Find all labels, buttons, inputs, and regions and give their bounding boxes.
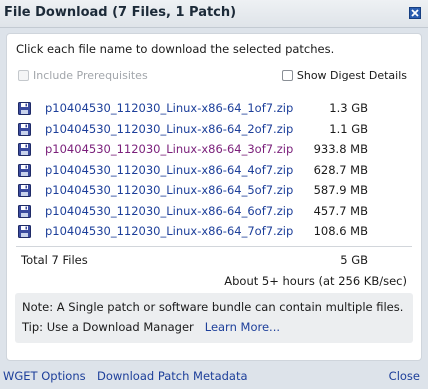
total-files-label: Total 7 Files [21,253,88,267]
file-list: p10404530_112030_Linux-x86-64_1of7.zip 1… [7,99,421,243]
instructions-text: Click each file name to download the sel… [16,42,335,56]
file-download-link[interactable]: p10404530_112030_Linux-x86-64_1of7.zip [45,101,293,115]
file-row: p10404530_112030_Linux-x86-64_3of7.zip 9… [7,140,421,161]
file-size: 108.6 MB [313,224,368,238]
file-size: 933.8 MB [313,142,368,156]
file-size: 1.1 GB [329,121,368,136]
total-size: 5 GB [340,253,368,267]
note-text: Note: A Single patch or software bundle … [22,300,404,314]
save-disk-icon[interactable] [18,225,31,238]
save-disk-icon[interactable] [18,102,31,115]
file-download-link[interactable]: p10404530_112030_Linux-x86-64_2of7.zip [45,122,293,136]
file-row: p10404530_112030_Linux-x86-64_7of7.zip 1… [7,222,421,243]
download-patch-metadata-link[interactable]: Download Patch Metadata [97,369,248,383]
include-prerequisites-label: Include Prerequisites [33,69,148,82]
show-digest-label[interactable]: Show Digest Details [297,69,407,82]
file-download-dialog: File Download (7 Files, 1 Patch) Click e… [0,0,428,389]
save-disk-icon[interactable] [18,122,31,136]
file-download-link[interactable]: p10404530_112030_Linux-x86-64_4of7.zip [45,163,293,177]
download-time-estimate: About 5+ hours (at 256 KB/sec) [224,274,407,288]
totals-divider [16,246,412,247]
file-size: 457.7 MB [313,203,368,218]
include-prerequisites-option: Include Prerequisites [18,69,148,82]
file-download-link[interactable]: p10404530_112030_Linux-x86-64_3of7.zip [45,142,293,156]
dialog-titlebar: File Download (7 Files, 1 Patch) [0,0,428,28]
file-row: p10404530_112030_Linux-x86-64_1of7.zip 1… [7,99,421,120]
tip-line: Tip: Use a Download Manager Learn More..… [22,320,280,334]
close-x-icon[interactable] [409,7,421,19]
show-digest-option[interactable]: Show Digest Details [281,69,407,82]
close-link[interactable]: Close [389,369,420,383]
file-row: p10404530_112030_Linux-x86-64_5of7.zip 5… [7,181,421,202]
file-download-link[interactable]: p10404530_112030_Linux-x86-64_5of7.zip [45,183,293,197]
save-disk-icon[interactable] [18,204,31,218]
file-download-link[interactable]: p10404530_112030_Linux-x86-64_7of7.zip [45,224,293,238]
file-size: 587.9 MB [313,183,368,197]
include-prerequisites-checkbox [18,70,29,81]
dialog-title: File Download (7 Files, 1 Patch) [4,5,237,20]
file-size: 628.7 MB [313,162,368,177]
file-size: 1.3 GB [329,101,368,115]
save-disk-icon[interactable] [18,163,31,177]
wget-options-link[interactable]: WGET Options [3,369,86,383]
note-box: Note: A Single patch or software bundle … [15,293,413,343]
file-row: p10404530_112030_Linux-x86-64_4of7.zip 6… [7,161,421,182]
save-disk-icon[interactable] [18,184,31,197]
learn-more-link[interactable]: Learn More... [205,320,280,334]
file-row: p10404530_112030_Linux-x86-64_2of7.zip 1… [7,120,421,141]
show-digest-checkbox[interactable] [281,70,293,81]
tip-text: Tip: Use a Download Manager [22,320,194,334]
save-disk-icon[interactable] [18,143,31,156]
file-row: p10404530_112030_Linux-x86-64_6of7.zip 4… [7,202,421,223]
file-download-link[interactable]: p10404530_112030_Linux-x86-64_6of7.zip [45,204,293,218]
dialog-content: Click each file name to download the sel… [6,33,422,361]
